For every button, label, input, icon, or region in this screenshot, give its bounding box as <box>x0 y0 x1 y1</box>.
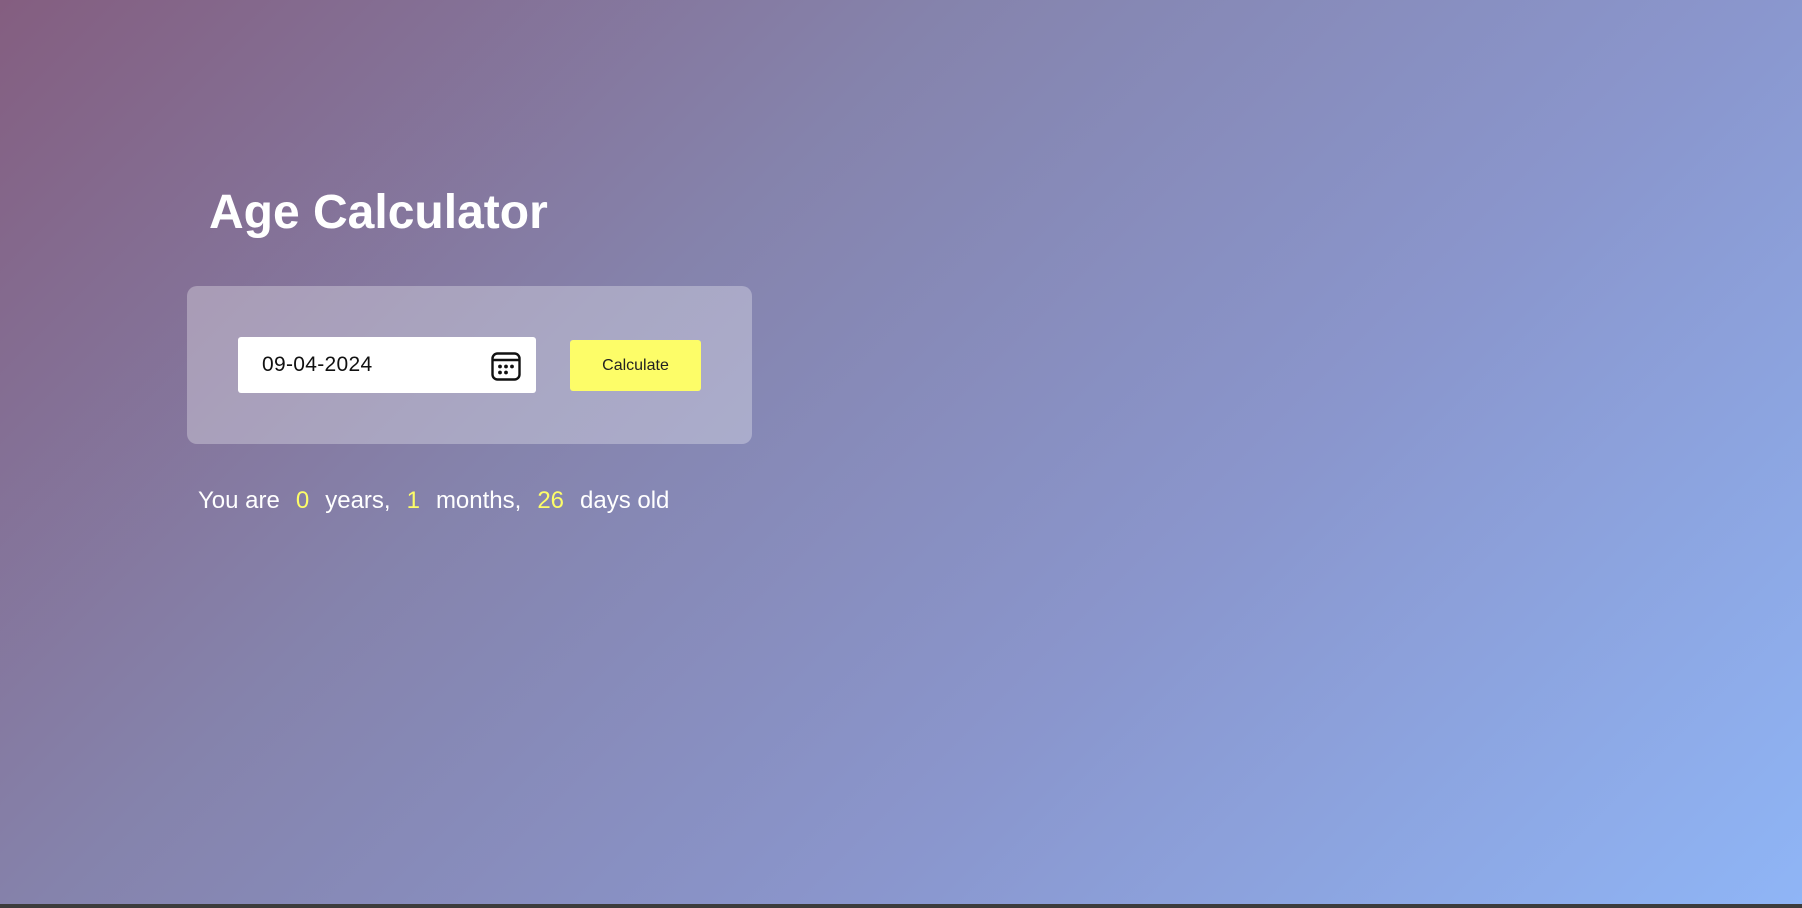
result-years-label: years, <box>325 487 391 514</box>
result-days: 26 <box>537 487 565 514</box>
result-months-label: months, <box>435 487 522 514</box>
age-result: You are 0 years, 1 months, 26 days old <box>198 486 669 516</box>
page-title: Age Calculator <box>209 186 548 239</box>
result-prefix: You are <box>198 487 280 514</box>
result-months: 1 <box>406 487 420 514</box>
calendar-icon[interactable] <box>490 350 522 382</box>
calculate-button[interactable]: Calculate <box>570 340 701 391</box>
window-bottom-border <box>0 904 1802 908</box>
result-years: 0 <box>295 487 310 514</box>
birthdate-input[interactable]: 09-04-2024 <box>238 337 536 393</box>
calculator-card: 09-04-2024 Calculate <box>187 286 752 444</box>
result-days-label: days old <box>580 487 670 514</box>
page-background: Age Calculator 09-04-2024 Calculate You … <box>0 0 1802 904</box>
birthdate-value[interactable]: 09-04-2024 <box>262 337 372 393</box>
